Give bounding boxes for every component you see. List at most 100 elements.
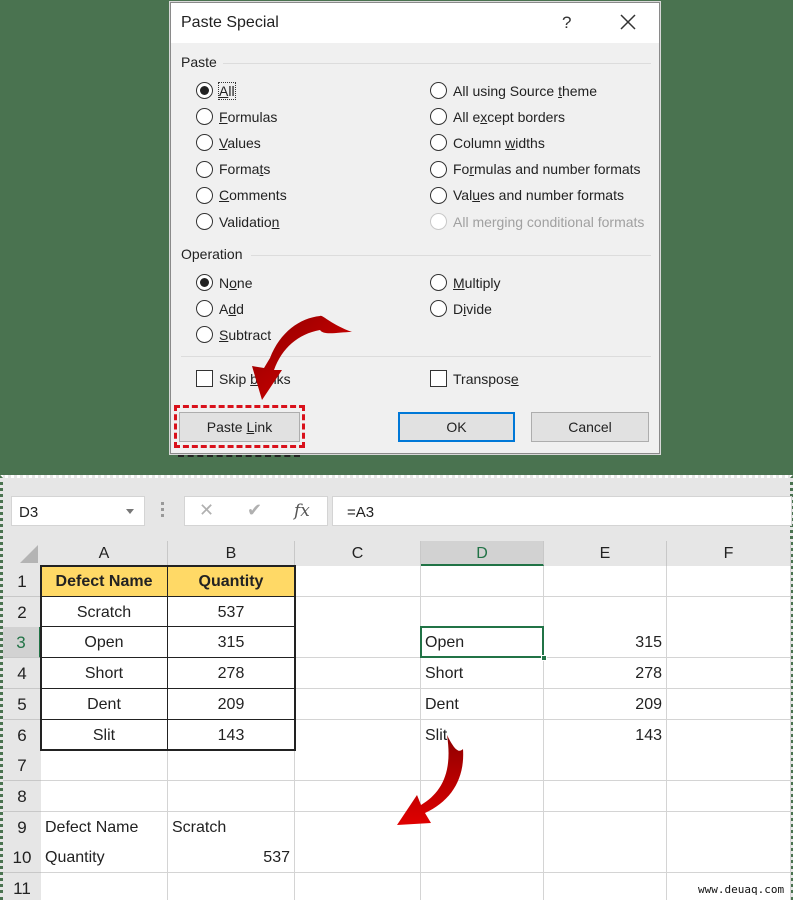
cancel-icon[interactable]: ✕ — [199, 500, 214, 521]
paste-radio-formulas[interactable]: Formulas — [196, 108, 277, 126]
cell-c8[interactable] — [295, 780, 421, 812]
name-box[interactable]: D3 — [11, 496, 145, 526]
cell-a6[interactable]: Slit — [41, 719, 168, 751]
cell-a2[interactable]: Scratch — [41, 596, 168, 628]
row-header-8[interactable]: 8 — [3, 780, 41, 812]
cell-e9[interactable] — [544, 811, 667, 843]
operation-radio-multiply[interactable]: Multiply — [430, 274, 500, 291]
cell-d2[interactable] — [421, 596, 544, 628]
cell-f9[interactable] — [667, 811, 791, 843]
cell-c10[interactable] — [295, 842, 421, 874]
ok-button[interactable]: OK — [398, 412, 515, 442]
cell-a9[interactable]: Defect Name — [41, 811, 168, 843]
cell-e6[interactable]: 143 — [544, 719, 667, 751]
cell-f6[interactable] — [667, 719, 791, 751]
paste-radio-all[interactable]: All — [196, 81, 236, 100]
cell-c9[interactable] — [295, 811, 421, 843]
cell-e2[interactable] — [544, 596, 667, 628]
cell-e8[interactable] — [544, 780, 667, 812]
cell-a5[interactable]: Dent — [41, 688, 168, 720]
cell-d8[interactable] — [421, 780, 544, 812]
cell-d6[interactable]: Slit — [421, 719, 544, 751]
cell-c5[interactable] — [295, 688, 421, 720]
cell-b8[interactable] — [168, 780, 295, 812]
cell-d1[interactable] — [421, 566, 544, 597]
cell-d9[interactable] — [421, 811, 544, 843]
cell-b11[interactable] — [168, 873, 295, 900]
cancel-button[interactable]: Cancel — [531, 412, 649, 442]
paste-radio-all-except-borders[interactable]: All except borders — [430, 108, 565, 126]
cell-f1[interactable] — [667, 566, 791, 597]
cell-c1[interactable] — [295, 566, 421, 597]
column-header-b[interactable]: B — [168, 541, 295, 566]
cell-b10[interactable]: 537 — [168, 842, 295, 874]
cell-d3[interactable]: Open — [421, 627, 544, 659]
cell-c2[interactable] — [295, 596, 421, 628]
cell-c3[interactable] — [295, 627, 421, 659]
cell-b7[interactable] — [168, 750, 295, 782]
cell-d10[interactable] — [421, 842, 544, 874]
cell-d5[interactable]: Dent — [421, 688, 544, 720]
column-header-a[interactable]: A — [41, 541, 168, 566]
cell-a7[interactable] — [41, 750, 168, 782]
row-header-11[interactable]: 11 — [3, 873, 41, 900]
cell-e3[interactable]: 315 — [544, 627, 667, 659]
paste-radio-formats[interactable]: Formats — [196, 160, 270, 178]
cell-c7[interactable] — [295, 750, 421, 782]
cell-e11[interactable] — [544, 873, 667, 900]
column-header-c[interactable]: C — [295, 541, 421, 566]
column-header-d[interactable]: D — [421, 541, 544, 566]
formula-bar-input[interactable]: =A3 — [332, 496, 792, 526]
cell-b9[interactable]: Scratch — [168, 811, 295, 843]
cell-e5[interactable]: 209 — [544, 688, 667, 720]
cell-a1[interactable]: Defect Name — [41, 566, 168, 597]
cell-d4[interactable]: Short — [421, 658, 544, 690]
cell-f5[interactable] — [667, 688, 791, 720]
row-header-4[interactable]: 4 — [3, 658, 41, 690]
cell-f4[interactable] — [667, 658, 791, 690]
column-header-e[interactable]: E — [544, 541, 667, 566]
cell-b4[interactable]: 278 — [168, 658, 295, 690]
cell-b6[interactable]: 143 — [168, 719, 295, 751]
row-header-6[interactable]: 6 — [3, 719, 41, 751]
cell-c4[interactable] — [295, 658, 421, 690]
drag-handle-icon[interactable] — [161, 502, 165, 518]
cell-f2[interactable] — [667, 596, 791, 628]
cell-e7[interactable] — [544, 750, 667, 782]
cell-f10[interactable] — [667, 842, 791, 874]
cell-f3[interactable] — [667, 627, 791, 659]
paste-radio-formulas-and-number-formats[interactable]: Formulas and number formats — [430, 160, 641, 178]
row-header-1[interactable]: 1 — [3, 566, 41, 597]
operation-radio-none[interactable]: None — [196, 274, 253, 291]
operation-radio-add[interactable]: Add — [196, 300, 244, 318]
help-button[interactable]: ? — [562, 13, 571, 33]
cell-b1[interactable]: Quantity — [168, 566, 295, 597]
cell-a3[interactable]: Open — [41, 627, 168, 659]
cell-f8[interactable] — [667, 780, 791, 812]
chevron-down-icon[interactable] — [126, 509, 134, 514]
column-header-f[interactable]: F — [667, 541, 791, 566]
paste-radio-all-using-source-theme[interactable]: All using Source theme — [430, 82, 597, 99]
insert-function-icon[interactable]: fx — [294, 501, 310, 521]
close-button[interactable] — [617, 11, 639, 33]
cell-c6[interactable] — [295, 719, 421, 751]
select-all-button[interactable] — [3, 541, 41, 566]
paste-radio-values[interactable]: Values — [196, 134, 261, 152]
paste-radio-comments[interactable]: Comments — [196, 186, 287, 204]
cell-e1[interactable] — [544, 566, 667, 597]
enter-check-icon[interactable]: ✔ — [247, 500, 262, 521]
operation-radio-subtract[interactable]: Subtract — [196, 326, 271, 344]
row-header-7[interactable]: 7 — [3, 750, 41, 782]
cell-a10[interactable]: Quantity — [41, 842, 168, 874]
cell-b2[interactable]: 537 — [168, 596, 295, 628]
cell-a8[interactable] — [41, 780, 168, 812]
row-header-9[interactable]: 9 — [3, 811, 41, 843]
cell-a4[interactable]: Short — [41, 658, 168, 690]
row-header-2[interactable]: 2 — [3, 596, 41, 628]
paste-radio-validation[interactable]: Validation — [196, 213, 279, 230]
cell-c11[interactable] — [295, 873, 421, 900]
row-header-10[interactable]: 10 — [3, 842, 41, 874]
skip-blanks-checkbox[interactable]: Skip blanks — [196, 370, 291, 387]
cell-b5[interactable]: 209 — [168, 688, 295, 720]
paste-radio-values-and-number-formats[interactable]: Values and number formats — [430, 186, 624, 204]
